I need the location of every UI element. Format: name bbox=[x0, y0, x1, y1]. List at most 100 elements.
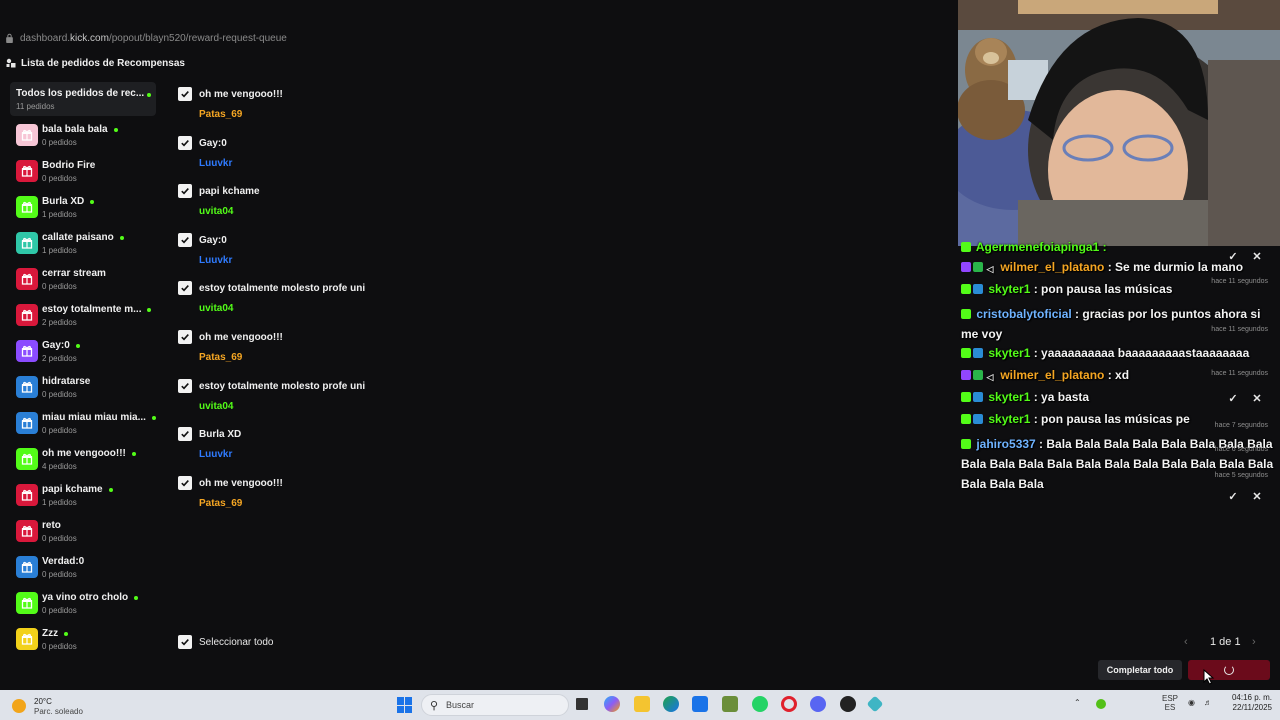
chat-username[interactable]: jahiro5337 bbox=[976, 437, 1035, 451]
chat-username[interactable]: Agerrmenefoiapinga1 : bbox=[976, 240, 1107, 254]
request-checkbox[interactable] bbox=[178, 184, 192, 199]
request-checkbox[interactable] bbox=[178, 378, 192, 393]
sidebar-item-label: Gay:0 bbox=[42, 340, 70, 351]
request-row: Gay:0 Luuvkr bbox=[178, 132, 878, 176]
sidebar-item[interactable]: Zzz 0 pedidos bbox=[16, 628, 160, 658]
request-user[interactable]: uvita04 bbox=[199, 303, 233, 314]
sidebar-item[interactable]: hidratarse 0 pedidos bbox=[16, 376, 160, 406]
sidebar-item[interactable]: oh me vengooo!!! 4 pedidos bbox=[16, 448, 160, 478]
chat-text: : xd bbox=[1104, 368, 1130, 382]
whatsapp-icon[interactable] bbox=[752, 696, 768, 712]
sidebar-item-count: 1 pedidos bbox=[42, 246, 77, 255]
sidebar-item[interactable]: cerrar stream 0 pedidos bbox=[16, 268, 160, 298]
minecraft-icon[interactable] bbox=[722, 696, 738, 712]
request-user[interactable]: Luuvkr bbox=[199, 449, 232, 460]
complete-all-button[interactable]: Completar todo bbox=[1098, 660, 1182, 680]
blue-badge-icon bbox=[973, 284, 983, 294]
sidebar-item-label: cerrar stream bbox=[42, 268, 106, 279]
sidebar-item[interactable]: papi kchame 1 pedidos bbox=[16, 484, 160, 514]
chat-username[interactable]: skyter1 bbox=[988, 412, 1030, 426]
reject-icon[interactable]: ✕ bbox=[1250, 250, 1264, 264]
edge-icon[interactable] bbox=[663, 696, 679, 712]
reward-icon bbox=[16, 448, 38, 470]
sidebar-item-name: ya vino otro cholo bbox=[42, 592, 139, 603]
start-button[interactable] bbox=[397, 697, 413, 713]
sidebar-item-all[interactable]: Todos los pedidos de rec... 11 pedidos bbox=[10, 82, 156, 116]
weather-widget[interactable]: 20°C Parc. soleado bbox=[12, 695, 92, 717]
tray-app-icon[interactable] bbox=[1096, 699, 1106, 709]
sidebar-item-label: ya vino otro cholo bbox=[42, 592, 129, 603]
sidebar-item[interactable]: Verdad:0 0 pedidos bbox=[16, 556, 160, 586]
request-checkbox[interactable] bbox=[178, 475, 192, 490]
sidebar-item[interactable]: reto 0 pedidos bbox=[16, 520, 160, 550]
active-dot bbox=[90, 199, 95, 204]
request-checkbox[interactable] bbox=[178, 87, 192, 101]
sidebar-item[interactable]: Bodrio Fire 0 pedidos bbox=[16, 160, 160, 190]
lang-indicator[interactable]: ESP ES bbox=[1162, 694, 1178, 712]
reject-all-button[interactable] bbox=[1188, 660, 1270, 680]
request-checkbox[interactable] bbox=[178, 232, 192, 247]
search-placeholder: Buscar bbox=[446, 700, 475, 710]
sidebar-item[interactable]: estoy totalmente m... 2 pedidos bbox=[16, 304, 160, 334]
chat-username[interactable]: skyter1 bbox=[988, 390, 1030, 404]
sidebar-item[interactable]: Burla XD 1 pedidos bbox=[16, 196, 160, 226]
chat-username[interactable]: skyter1 bbox=[988, 346, 1030, 360]
file-explorer-icon[interactable] bbox=[634, 696, 650, 712]
sidebar-item-name: Zzz bbox=[42, 628, 77, 639]
select-all-checkbox[interactable] bbox=[178, 635, 192, 649]
discord-icon[interactable] bbox=[810, 696, 826, 712]
request-user[interactable]: uvita04 bbox=[199, 401, 233, 412]
tray-chevron-icon[interactable]: ⌃ bbox=[1074, 698, 1081, 707]
sidebar-item-name: cerrar stream bbox=[42, 268, 106, 279]
sidebar-item-name: bala bala bala bbox=[42, 124, 118, 135]
copilot-icon[interactable] bbox=[604, 696, 620, 712]
chat-username[interactable]: skyter1 bbox=[988, 282, 1030, 296]
sidebar-item[interactable]: Gay:0 2 pedidos bbox=[16, 340, 160, 370]
request-checkbox[interactable] bbox=[178, 135, 192, 150]
request-user[interactable]: Patas_69 bbox=[199, 498, 242, 509]
active-dot bbox=[64, 631, 69, 636]
chat-username[interactable]: wilmer_el_platano bbox=[1000, 368, 1104, 382]
request-checkbox[interactable] bbox=[178, 330, 192, 344]
sidebar-item-name: Burla XD bbox=[42, 196, 95, 207]
opera-icon[interactable] bbox=[781, 696, 797, 712]
reward-icon bbox=[16, 304, 38, 326]
next-page-button[interactable]: › bbox=[1252, 636, 1256, 648]
prev-page-button[interactable]: ‹ bbox=[1184, 636, 1188, 648]
approve-icon[interactable]: ✓ bbox=[1226, 490, 1240, 504]
request-checkbox[interactable] bbox=[178, 427, 192, 442]
chat-username[interactable]: cristobalytoficial bbox=[976, 307, 1071, 321]
sidebar-item[interactable]: ya vino otro cholo 0 pedidos bbox=[16, 592, 160, 622]
chat-username[interactable]: wilmer_el_platano bbox=[1000, 260, 1104, 274]
chat-message: Agerrmenefoiapinga1 : bbox=[961, 240, 1107, 254]
sidebar-item-label: Zzz bbox=[42, 628, 59, 639]
approve-icon[interactable]: ✓ bbox=[1226, 392, 1240, 406]
taskbar-search[interactable]: ⚲ Buscar bbox=[421, 694, 569, 716]
pagination: ‹ 1 de 1 › bbox=[1184, 636, 1264, 650]
request-user[interactable]: Luuvkr bbox=[199, 255, 232, 266]
queue-header: Lista de pedidos de Recompensas bbox=[0, 52, 960, 74]
volume-icon[interactable]: ♬ bbox=[1204, 698, 1212, 707]
request-row: Burla XD Luuvkr bbox=[178, 423, 878, 467]
reject-icon[interactable]: ✕ bbox=[1250, 490, 1264, 504]
sidebar-item[interactable]: miau miau miau mia... 0 pedidos bbox=[16, 412, 160, 442]
sidebar-item-count: 0 pedidos bbox=[42, 606, 77, 615]
request-user[interactable]: Patas_69 bbox=[199, 352, 242, 363]
sidebar-item-label: miau miau miau mia... bbox=[42, 412, 146, 423]
select-all-label: Seleccionar todo bbox=[199, 637, 274, 648]
url-bar[interactable]: dashboard.kick.com/popout/blayn520/rewar… bbox=[0, 28, 960, 48]
clock[interactable]: 04:16 p. m. 22/11/2025 bbox=[1226, 693, 1272, 713]
sidebar-item[interactable]: callate paisano 1 pedidos bbox=[16, 232, 160, 262]
request-user[interactable]: uvita04 bbox=[199, 206, 233, 217]
wifi-icon[interactable]: ◉ bbox=[1188, 698, 1195, 707]
request-user[interactable]: Luuvkr bbox=[199, 158, 232, 169]
sidebar-item-count: 2 pedidos bbox=[42, 354, 77, 363]
request-user[interactable]: Patas_69 bbox=[199, 109, 242, 120]
reject-icon[interactable]: ✕ bbox=[1250, 392, 1264, 406]
obs-icon[interactable] bbox=[840, 696, 856, 712]
request-checkbox[interactable] bbox=[178, 281, 192, 296]
task-view-icon[interactable] bbox=[576, 698, 588, 710]
sidebar-item[interactable]: bala bala bala 0 pedidos bbox=[16, 124, 160, 154]
approve-icon[interactable]: ✓ bbox=[1226, 250, 1240, 264]
store-icon[interactable] bbox=[692, 696, 708, 712]
